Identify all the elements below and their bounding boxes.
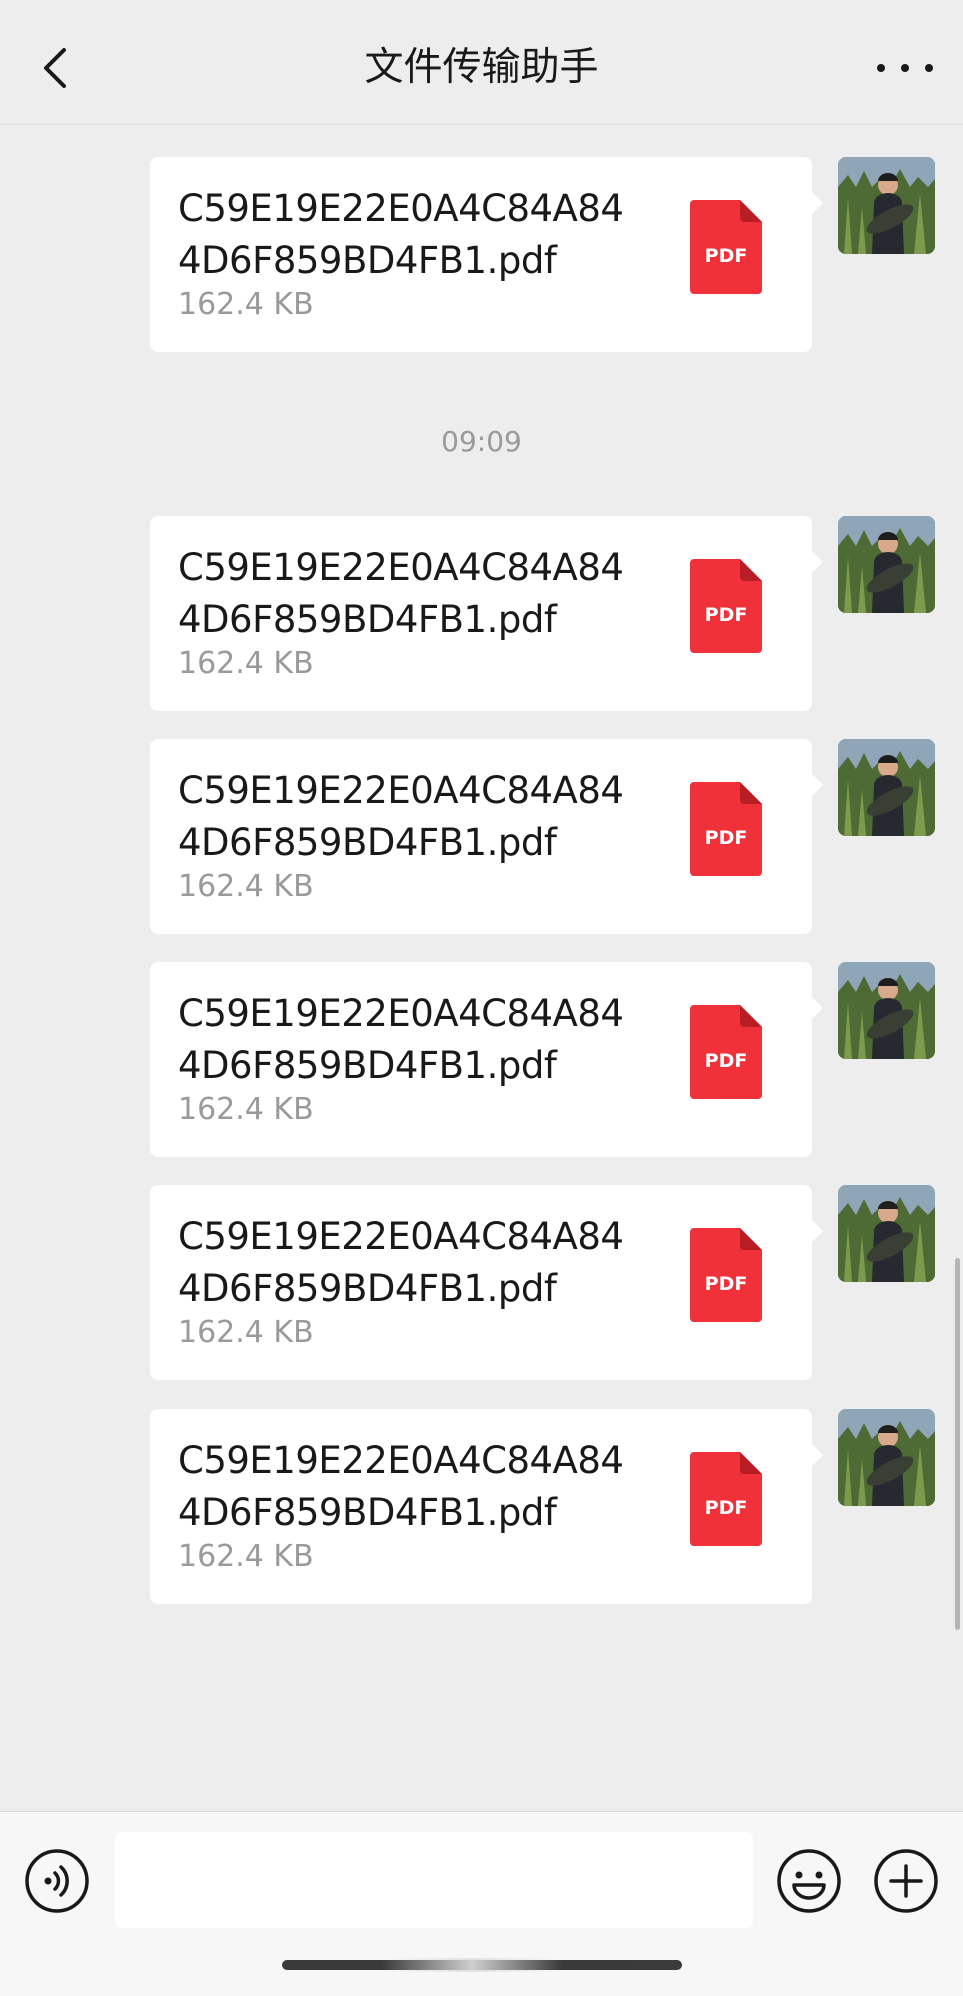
message-input[interactable] bbox=[115, 1832, 753, 1928]
pdf-label: PDF bbox=[705, 1050, 748, 1072]
pdf-label: PDF bbox=[705, 604, 748, 626]
emoji-button[interactable] bbox=[776, 1848, 842, 1914]
avatar[interactable] bbox=[838, 1185, 935, 1282]
voice-icon bbox=[25, 1849, 89, 1913]
emoji-icon bbox=[777, 1849, 841, 1913]
file-size: 162.4 KB bbox=[178, 869, 314, 904]
pdf-file-icon: PDF bbox=[690, 559, 762, 653]
voice-button[interactable] bbox=[24, 1848, 90, 1914]
more-dot-icon bbox=[901, 64, 909, 72]
avatar[interactable] bbox=[838, 739, 935, 836]
pdf-label: PDF bbox=[705, 245, 748, 267]
file-name: C59E19E22E0A4C84A844D6F859BD4FB1.pdf bbox=[178, 187, 624, 282]
file-message: C59E19E22E0A4C84A844D6F859BD4FB1.pdf 162… bbox=[0, 157, 963, 352]
avatar[interactable] bbox=[838, 157, 935, 254]
file-name: C59E19E22E0A4C84A844D6F859BD4FB1.pdf bbox=[178, 1215, 624, 1310]
more-button[interactable] bbox=[877, 48, 933, 88]
pdf-file-icon: PDF bbox=[690, 1228, 762, 1322]
pdf-label: PDF bbox=[705, 827, 748, 849]
file-message: C59E19E22E0A4C84A844D6F859BD4FB1.pdf 162… bbox=[0, 1185, 963, 1380]
file-bubble[interactable]: C59E19E22E0A4C84A844D6F859BD4FB1.pdf 162… bbox=[150, 962, 823, 1157]
pdf-label: PDF bbox=[705, 1497, 748, 1519]
pdf-file-icon: PDF bbox=[690, 1005, 762, 1099]
file-size: 162.4 KB bbox=[178, 287, 314, 322]
avatar[interactable] bbox=[838, 962, 935, 1059]
file-size: 162.4 KB bbox=[178, 1315, 314, 1350]
more-dot-icon bbox=[877, 64, 885, 72]
pdf-label: PDF bbox=[705, 1273, 748, 1295]
pdf-file-icon: PDF bbox=[690, 782, 762, 876]
file-message: C59E19E22E0A4C84A844D6F859BD4FB1.pdf 162… bbox=[0, 516, 963, 711]
avatar[interactable] bbox=[838, 1409, 935, 1506]
file-bubble[interactable]: C59E19E22E0A4C84A844D6F859BD4FB1.pdf 162… bbox=[150, 516, 823, 711]
file-bubble[interactable]: C59E19E22E0A4C84A844D6F859BD4FB1.pdf 162… bbox=[150, 1409, 823, 1604]
file-bubble[interactable]: C59E19E22E0A4C84A844D6F859BD4FB1.pdf 162… bbox=[150, 739, 823, 934]
home-indicator[interactable] bbox=[282, 1958, 682, 1972]
input-bar bbox=[0, 1811, 963, 1996]
pdf-file-icon: PDF bbox=[690, 200, 762, 294]
nav-header: 文件传输助手 bbox=[0, 0, 963, 125]
more-dot-icon bbox=[925, 64, 933, 72]
plus-button[interactable] bbox=[873, 1848, 939, 1914]
file-name: C59E19E22E0A4C84A844D6F859BD4FB1.pdf bbox=[178, 1439, 624, 1534]
plus-icon bbox=[874, 1849, 938, 1913]
file-size: 162.4 KB bbox=[178, 1539, 314, 1574]
file-bubble[interactable]: C59E19E22E0A4C84A844D6F859BD4FB1.pdf 162… bbox=[150, 1185, 823, 1380]
avatar[interactable] bbox=[838, 516, 935, 613]
timestamp: 09:09 bbox=[441, 425, 522, 458]
file-name: C59E19E22E0A4C84A844D6F859BD4FB1.pdf bbox=[178, 992, 624, 1087]
chat-screen: 文件传输助手 C59E19E22E0A4C84A844D6F859BD4FB1.… bbox=[0, 0, 963, 1996]
scrollbar[interactable] bbox=[955, 1258, 960, 1630]
file-name: C59E19E22E0A4C84A844D6F859BD4FB1.pdf bbox=[178, 769, 624, 864]
file-message: C59E19E22E0A4C84A844D6F859BD4FB1.pdf 162… bbox=[0, 962, 963, 1157]
page-title: 文件传输助手 bbox=[364, 45, 599, 90]
file-name: C59E19E22E0A4C84A844D6F859BD4FB1.pdf bbox=[178, 546, 624, 641]
file-size: 162.4 KB bbox=[178, 646, 314, 681]
pdf-file-icon: PDF bbox=[690, 1452, 762, 1546]
file-size: 162.4 KB bbox=[178, 1092, 314, 1127]
file-bubble[interactable]: C59E19E22E0A4C84A844D6F859BD4FB1.pdf 162… bbox=[150, 157, 823, 352]
file-message: C59E19E22E0A4C84A844D6F859BD4FB1.pdf 162… bbox=[0, 739, 963, 934]
file-message: C59E19E22E0A4C84A844D6F859BD4FB1.pdf 162… bbox=[0, 1409, 963, 1604]
